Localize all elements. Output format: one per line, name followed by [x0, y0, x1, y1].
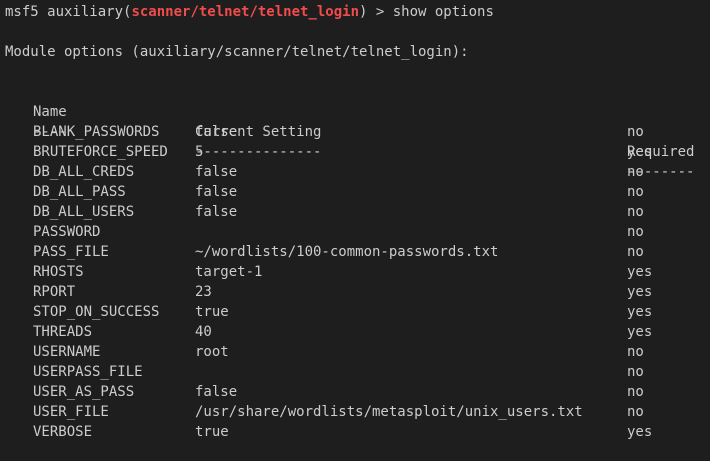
- option-required: yes: [627, 264, 653, 280]
- option-name: USERNAME: [33, 344, 101, 360]
- option-required: yes: [627, 284, 653, 300]
- option-current-setting: target-1: [195, 264, 263, 280]
- option-current-setting: 40: [195, 324, 212, 340]
- table-row: DB_ALL_CREDS false no: [0, 162, 710, 182]
- table-row: DB_ALL_USERS false no: [0, 202, 710, 222]
- table-row: USERNAME root no: [0, 342, 710, 362]
- options-table-header: Name Current Setting Required: [0, 82, 710, 160]
- table-row: RHOSTS target-1 yes: [0, 262, 710, 282]
- entered-command: show options: [392, 4, 494, 20]
- option-name: USER_AS_PASS: [33, 384, 135, 400]
- option-required: no: [627, 404, 644, 420]
- table-row: USERPASS_FILE no: [0, 362, 710, 382]
- option-required: no: [627, 224, 644, 240]
- option-name: BRUTEFORCE_SPEED: [33, 144, 168, 160]
- option-name: DB_ALL_CREDS: [33, 164, 135, 180]
- table-row: DB_ALL_PASS false no: [0, 182, 710, 202]
- option-current-setting: /usr/share/wordlists/metasploit/unix_use…: [195, 404, 583, 420]
- option-current-setting: false: [195, 184, 238, 200]
- option-required: yes: [627, 304, 653, 320]
- option-current-setting: false: [195, 124, 238, 140]
- option-required: yes: [627, 424, 653, 440]
- table-row: USER_AS_PASS false no: [0, 382, 710, 402]
- table-row: STOP_ON_SUCCESS true yes: [0, 302, 710, 322]
- option-current-setting: false: [195, 384, 238, 400]
- prompt-prefix: msf5 auxiliary(: [5, 4, 132, 20]
- option-required: no: [627, 244, 644, 260]
- option-current-setting: 23: [195, 284, 212, 300]
- table-row: BLANK_PASSWORDS false no: [0, 122, 710, 142]
- option-required: no: [627, 204, 644, 220]
- option-required: no: [627, 124, 644, 140]
- option-name: DB_ALL_PASS: [33, 184, 126, 200]
- option-current-setting: false: [195, 204, 238, 220]
- terminal-window[interactable]: msf5 auxiliary(scanner/telnet/telnet_log…: [0, 0, 710, 461]
- option-name: PASS_FILE: [33, 244, 109, 260]
- option-current-setting: 5: [195, 144, 204, 160]
- options-table-underline: ---- --------------- --------: [0, 102, 710, 180]
- option-name: RPORT: [33, 284, 76, 300]
- option-required: yes: [627, 144, 653, 160]
- table-row: VERBOSE true yes: [0, 422, 710, 442]
- option-name: VERBOSE: [33, 424, 93, 440]
- option-current-setting: true: [195, 424, 229, 440]
- table-row: BRUTEFORCE_SPEED 5 yes: [0, 142, 710, 162]
- option-name: RHOSTS: [33, 264, 84, 280]
- prompt-module-name: scanner/telnet/telnet_login: [131, 4, 360, 20]
- table-row: USER_FILE/usr/share/wordlists/metasploit…: [0, 402, 710, 422]
- option-name: BLANK_PASSWORDS: [33, 124, 160, 140]
- option-required: no: [627, 344, 644, 360]
- option-name: USER_FILE: [33, 404, 109, 420]
- option-required: yes: [627, 324, 653, 340]
- option-required: no: [627, 384, 644, 400]
- table-row: RPORT 23 yes: [0, 282, 710, 302]
- table-row: PASSWORD no: [0, 222, 710, 242]
- option-current-setting: false: [195, 164, 238, 180]
- module-options-heading: Module options (auxiliary/scanner/telnet…: [5, 44, 469, 60]
- table-row: PASS_FILE ~/wordlists/100-common-password…: [0, 242, 710, 262]
- option-required: no: [627, 364, 644, 380]
- option-name: DB_ALL_USERS: [33, 204, 135, 220]
- option-current-setting: root: [195, 344, 229, 360]
- option-required: no: [627, 164, 644, 180]
- option-required: no: [627, 184, 644, 200]
- prompt-suffix: ) >: [359, 4, 393, 20]
- option-current-setting: ~/wordlists/100-common-passwords.txt: [195, 244, 499, 260]
- option-name: THREADS: [33, 324, 93, 340]
- option-name: PASSWORD: [33, 224, 101, 240]
- option-current-setting: true: [195, 304, 229, 320]
- option-name: STOP_ON_SUCCESS: [33, 304, 160, 320]
- option-name: USERPASS_FILE: [33, 364, 143, 380]
- command-prompt-line: msf5 auxiliary(scanner/telnet/telnet_log…: [5, 2, 494, 22]
- table-row: THREADS 40 yes: [0, 322, 710, 342]
